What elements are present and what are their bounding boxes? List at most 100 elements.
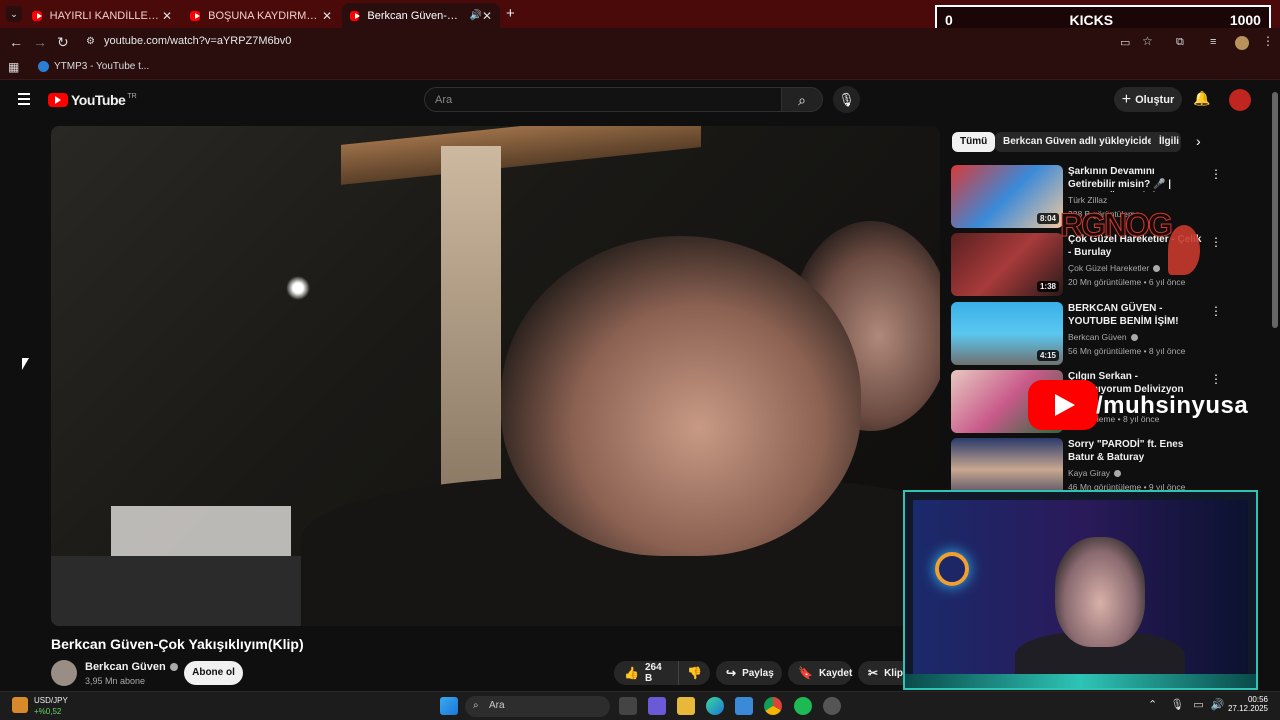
bookmark-star-icon[interactable]: ☆: [1142, 34, 1153, 48]
browser-tab[interactable]: BOŞUNA KAYDIRMA 53 / #BKS ✕: [182, 3, 340, 28]
notifications-bell-icon[interactable]: 🔔: [1193, 90, 1210, 107]
recommendation-channel[interactable]: Kaya Giray: [1068, 468, 1122, 478]
chevron-right-icon[interactable]: ›: [1196, 133, 1201, 149]
forward-arrow-icon[interactable]: →: [33, 34, 47, 50]
more-options-icon[interactable]: ⋮: [1210, 372, 1222, 386]
recommendation-meta: 20 Mn görüntüleme • 6 yıl önce: [1068, 277, 1186, 287]
spotify-icon[interactable]: [794, 697, 812, 715]
cast-icon[interactable]: ▭: [1120, 36, 1130, 49]
extensions-icon[interactable]: ⧉: [1176, 36, 1184, 49]
address-bar[interactable]: youtube.com/watch?v=aYRPZ7M6bv0: [104, 35, 291, 47]
bookmark-item[interactable]: YTMP3 - YouTube t...: [38, 61, 149, 72]
subscriber-count: 3,95 Mn abone: [85, 676, 146, 686]
close-tab-icon[interactable]: ✕: [162, 9, 172, 23]
system-tray[interactable]: ⌃ 🎙 ▭ 🔊: [1148, 698, 1224, 711]
chip-related[interactable]: İlgili: [1151, 132, 1181, 152]
tab-search-button[interactable]: ⌄: [6, 6, 22, 22]
video-player[interactable]: [51, 126, 940, 626]
recommendation-thumbnail[interactable]: 1:38: [951, 233, 1063, 296]
video-frame-bench: [111, 506, 291, 556]
microphone-icon: 🎙: [838, 92, 855, 107]
video-duration: 1:38: [1036, 281, 1059, 292]
recommendation-title[interactable]: Sorry "PARODİ" ft. Enes Batur & Baturay: [1068, 438, 1204, 464]
more-options-icon[interactable]: ⋮: [1210, 235, 1222, 249]
video-title: Berkcan Güven-Çok Yakışıklıyım(Klip): [51, 636, 304, 652]
menu-dots-icon[interactable]: ⋮: [1262, 34, 1274, 48]
recommendation-title[interactable]: Şarkının Devamını Getirebilir misin? 🎤 |…: [1068, 165, 1204, 192]
network-icon[interactable]: ▭: [1193, 699, 1203, 711]
verified-check-icon: [1114, 469, 1122, 477]
bookmark-favicon-icon: [38, 61, 49, 72]
audio-playing-icon[interactable]: 🔊: [469, 10, 481, 21]
channel-text: Berkcan Güven: [1068, 332, 1127, 342]
clip-label: Klip: [884, 667, 903, 679]
create-label: Oluştur: [1135, 93, 1175, 106]
chip-from-uploader[interactable]: Berkcan Güven adlı yükleyiciden: [995, 132, 1168, 152]
back-arrow-icon[interactable]: ←: [9, 34, 23, 50]
file-explorer-icon[interactable]: [677, 697, 695, 715]
site-info-icon[interactable]: ⚙: [86, 36, 95, 47]
channel-text: Kaya Giray: [1068, 468, 1111, 478]
browser-tab-active[interactable]: Berkcan Güven-Çok Yakışıklı 🔊 ✕: [342, 3, 500, 28]
channel-text: Türk Zillaz: [1068, 195, 1108, 205]
profile-avatar[interactable]: [1235, 36, 1249, 50]
apps-grid-icon[interactable]: ▦: [8, 60, 19, 74]
chevron-up-icon[interactable]: ⌃: [1148, 699, 1157, 711]
reload-icon[interactable]: ↻: [57, 34, 69, 51]
recommendation-title[interactable]: BERKCAN GÜVEN - YOUTUBE BENİM İŞİM! (DIS…: [1068, 302, 1204, 329]
channel-name[interactable]: Berkcan Güven: [85, 661, 178, 673]
share-button[interactable]: ↪ Paylaş: [716, 661, 782, 685]
clip-button[interactable]: ✂ Klip: [858, 661, 904, 685]
webcam-frame-decoration: [905, 674, 1256, 688]
new-tab-button[interactable]: +: [506, 5, 515, 22]
tab-title: BOŞUNA KAYDIRMA 53 / #BKS: [208, 9, 322, 22]
chrome-browser-icon[interactable]: [764, 697, 782, 715]
channel-name-text: Berkcan Güven: [85, 661, 166, 673]
video-frame-lamp: [286, 276, 310, 300]
bookmark-icon: 🔖: [798, 666, 813, 680]
account-avatar[interactable]: [1229, 89, 1251, 111]
verified-check-icon: [1130, 333, 1138, 341]
microphone-icon[interactable]: 🎙: [1170, 699, 1184, 711]
save-button[interactable]: 🔖 Kaydet: [788, 661, 852, 685]
task-view-icon[interactable]: [619, 697, 637, 715]
page-scrollbar[interactable]: [1272, 92, 1278, 328]
app-icon[interactable]: [823, 697, 841, 715]
teams-icon[interactable]: [648, 697, 666, 715]
microsoft-store-icon[interactable]: [735, 697, 753, 715]
create-button[interactable]: + Oluştur: [1114, 87, 1182, 112]
recommendation-item[interactable]: 4:15 BERKCAN GÜVEN - YOUTUBE BENİM İŞİM!…: [951, 302, 1222, 366]
voice-search-button[interactable]: 🎙: [833, 86, 860, 113]
youtube-play-logo-icon: [48, 93, 68, 107]
edge-browser-icon[interactable]: [706, 697, 724, 715]
taskbar-clock[interactable]: 00:56 27.12.2025: [1226, 695, 1268, 713]
volume-icon[interactable]: 🔊: [1211, 699, 1225, 711]
search-button[interactable]: ⌕: [781, 87, 823, 112]
recommendation-thumbnail[interactable]: 8:04: [951, 165, 1063, 228]
close-tab-icon[interactable]: ✕: [482, 9, 492, 23]
stock-widget[interactable]: USD/JPY +%0,52: [12, 695, 68, 717]
youtube-logo[interactable]: YouTube TR: [48, 92, 137, 108]
channel-avatar[interactable]: [51, 660, 77, 686]
video-frame-brick-pillar: [441, 146, 501, 506]
subscribe-button[interactable]: Abone ol: [184, 661, 243, 685]
taskbar-search-input[interactable]: ⌕ Ara: [465, 696, 610, 717]
like-button[interactable]: 👍 264 B: [614, 661, 678, 685]
windows-start-icon[interactable]: [440, 697, 458, 715]
dislike-button[interactable]: 👎: [678, 661, 710, 685]
stream-logo-text: RGNOG: [1060, 207, 1174, 244]
more-options-icon[interactable]: ⋮: [1210, 304, 1222, 318]
youtube-favicon-icon: [350, 10, 361, 21]
search-input[interactable]: Ara: [424, 87, 782, 112]
hamburger-menu-icon[interactable]: [18, 93, 30, 105]
media-control-icon[interactable]: ≡: [1210, 36, 1216, 48]
close-tab-icon[interactable]: ✕: [322, 9, 332, 23]
recommendation-channel[interactable]: Berkcan Güven: [1068, 332, 1138, 342]
browser-tab[interactable]: HAYIRLI KANDİLLER | Madara Ç ✕: [24, 3, 180, 28]
recommendation-channel[interactable]: Türk Zillaz: [1068, 195, 1107, 205]
more-options-icon[interactable]: ⋮: [1210, 167, 1222, 181]
recommendation-thumbnail[interactable]: 4:15: [951, 302, 1063, 365]
video-duration: 8:04: [1036, 213, 1059, 224]
youtube-favicon-icon: [32, 10, 42, 21]
chip-all[interactable]: Tümü: [952, 132, 996, 152]
